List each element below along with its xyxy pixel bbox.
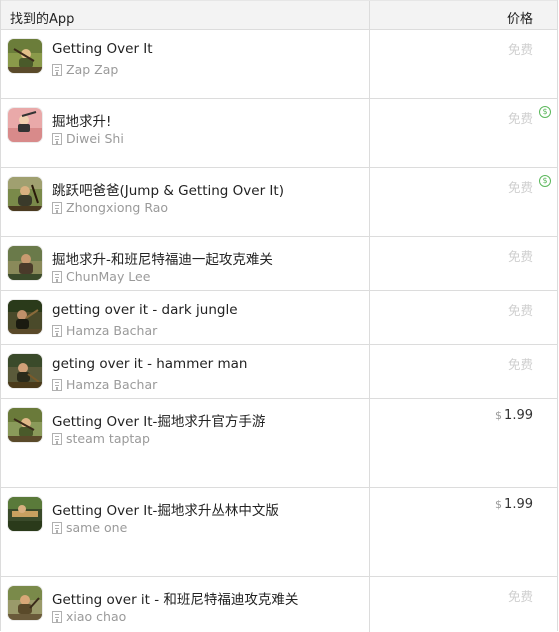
app-icon-jungle-chinese[interactable] bbox=[8, 497, 42, 531]
price-cell: 免费 bbox=[370, 237, 557, 290]
table-row[interactable]: 跳跃吧爸爸(Jump & Getting Over It) Zhongxiong… bbox=[1, 168, 557, 237]
app-name[interactable]: Getting Over It-掘地求升丛林中文版 bbox=[52, 499, 279, 519]
table-row[interactable]: 掘地求升-和班尼特福迪一起攻克难关 ChunMay Lee 免费 bbox=[1, 237, 557, 291]
app-name[interactable]: Getting Over It bbox=[52, 41, 153, 57]
price-cell: 免费 $ bbox=[370, 168, 557, 236]
developer-building-icon bbox=[52, 521, 62, 534]
app-name[interactable]: 跳跃吧爸爸(Jump & Getting Over It) bbox=[52, 179, 284, 199]
developer-name[interactable]: steam taptap bbox=[66, 431, 150, 446]
table-row[interactable]: geting over it - hammer man Hamza Bachar… bbox=[1, 345, 557, 399]
developer-building-icon bbox=[52, 132, 62, 145]
developer-building-icon bbox=[52, 378, 62, 391]
app-name[interactable]: geting over it - hammer man bbox=[52, 356, 248, 372]
price-free: 免费 bbox=[507, 180, 533, 195]
price-cell: $1.99 bbox=[370, 399, 557, 487]
in-app-purchase-dollar-icon: $ bbox=[539, 175, 551, 187]
app-name[interactable]: 掘地求升-和班尼特福迪一起攻克难关 bbox=[52, 248, 273, 268]
developer-info[interactable]: xiao chao bbox=[52, 609, 126, 624]
app-cell[interactable]: Getting Over It-掘地求升丛林中文版 same one bbox=[1, 488, 370, 576]
developer-building-icon bbox=[52, 63, 62, 76]
search-results-table: 找到的App 价格 Getting Over It Zap Zap 免费 掘地求… bbox=[0, 0, 558, 632]
table-row[interactable]: 掘地求升! Diwei Shi 免费 $ bbox=[1, 99, 557, 168]
column-header-app[interactable]: 找到的App bbox=[1, 1, 370, 29]
price-cell: 免费 bbox=[370, 577, 557, 632]
app-cell[interactable]: Getting Over It Zap Zap bbox=[1, 30, 370, 98]
developer-info[interactable]: Hamza Bachar bbox=[52, 377, 157, 392]
price-free: 免费 bbox=[507, 589, 533, 604]
app-cell[interactable]: Getting over it - 和班尼特福迪攻克难关 xiao chao bbox=[1, 577, 370, 632]
app-icon-hammer-man[interactable] bbox=[8, 354, 42, 388]
table-row[interactable]: Getting Over It Zap Zap 免费 bbox=[1, 30, 557, 99]
app-name[interactable]: 掘地求升! bbox=[52, 110, 111, 130]
price-paid: $1.99 bbox=[495, 497, 533, 512]
price-free: 免费 bbox=[507, 42, 533, 57]
app-icon-bennett-foddy[interactable] bbox=[8, 586, 42, 620]
in-app-purchase-dollar-icon: $ bbox=[539, 106, 551, 118]
app-cell[interactable]: Getting Over It-掘地求升官方手游 steam taptap bbox=[1, 399, 370, 487]
app-icon-jue-di-qiu-sheng[interactable] bbox=[8, 108, 42, 142]
price-cell: $1.99 bbox=[370, 488, 557, 576]
table-row[interactable]: Getting Over It-掘地求升官方手游 steam taptap $1… bbox=[1, 399, 557, 488]
developer-info[interactable]: Zhongxiong Rao bbox=[52, 200, 168, 215]
price-free: 免费 bbox=[507, 111, 533, 126]
table-row[interactable]: Getting Over It-掘地求升丛林中文版 same one $1.99 bbox=[1, 488, 557, 577]
developer-info[interactable]: Zap Zap bbox=[52, 62, 118, 77]
developer-info[interactable]: ChunMay Lee bbox=[52, 269, 150, 284]
table-header: 找到的App 价格 bbox=[1, 0, 557, 30]
price-free: 免费 bbox=[507, 249, 533, 264]
developer-name[interactable]: xiao chao bbox=[66, 609, 126, 624]
price-cell: 免费 bbox=[370, 345, 557, 398]
developer-name[interactable]: Diwei Shi bbox=[66, 131, 124, 146]
currency-symbol: $ bbox=[495, 498, 503, 511]
price-cell: 免费 bbox=[370, 30, 557, 98]
price-free: 免费 bbox=[507, 303, 533, 318]
app-cell[interactable]: 掘地求升-和班尼特福迪一起攻克难关 ChunMay Lee bbox=[1, 237, 370, 290]
currency-symbol: $ bbox=[495, 409, 503, 422]
developer-name[interactable]: ChunMay Lee bbox=[66, 269, 150, 284]
developer-building-icon bbox=[52, 610, 62, 623]
developer-name[interactable]: Zhongxiong Rao bbox=[66, 200, 168, 215]
developer-building-icon bbox=[52, 270, 62, 283]
app-name[interactable]: Getting Over It-掘地求升官方手游 bbox=[52, 410, 265, 430]
developer-building-icon bbox=[52, 324, 62, 337]
app-cell[interactable]: getting over it - dark jungle Hamza Bach… bbox=[1, 291, 370, 344]
developer-name[interactable]: same one bbox=[66, 520, 127, 535]
developer-info[interactable]: Diwei Shi bbox=[52, 131, 124, 146]
app-name[interactable]: getting over it - dark jungle bbox=[52, 302, 238, 318]
price-cell: 免费 $ bbox=[370, 99, 557, 167]
price-cell: 免费 bbox=[370, 291, 557, 344]
app-cell[interactable]: 跳跃吧爸爸(Jump & Getting Over It) Zhongxiong… bbox=[1, 168, 370, 236]
app-cell[interactable]: 掘地求升! Diwei Shi bbox=[1, 99, 370, 167]
developer-name[interactable]: Hamza Bachar bbox=[66, 323, 157, 338]
price-value: 1.99 bbox=[504, 408, 533, 423]
developer-info[interactable]: Hamza Bachar bbox=[52, 323, 157, 338]
app-icon-getting-over-it[interactable] bbox=[8, 39, 42, 73]
app-icon-dark-jungle[interactable] bbox=[8, 300, 42, 334]
app-icon-jue-di-qiu-sheng-bennett[interactable] bbox=[8, 246, 42, 280]
price-value: 1.99 bbox=[504, 497, 533, 512]
price-paid: $1.99 bbox=[495, 408, 533, 423]
table-row[interactable]: Getting over it - 和班尼特福迪攻克难关 xiao chao 免… bbox=[1, 577, 557, 632]
price-free: 免费 bbox=[507, 357, 533, 372]
developer-building-icon bbox=[52, 201, 62, 214]
app-icon-official-mobile[interactable] bbox=[8, 408, 42, 442]
app-cell[interactable]: geting over it - hammer man Hamza Bachar bbox=[1, 345, 370, 398]
table-row[interactable]: getting over it - dark jungle Hamza Bach… bbox=[1, 291, 557, 345]
developer-name[interactable]: Hamza Bachar bbox=[66, 377, 157, 392]
column-header-price[interactable]: 价格 bbox=[370, 1, 557, 29]
developer-name[interactable]: Zap Zap bbox=[66, 62, 118, 77]
developer-building-icon bbox=[52, 432, 62, 445]
developer-info[interactable]: steam taptap bbox=[52, 431, 150, 446]
developer-info[interactable]: same one bbox=[52, 520, 127, 535]
app-icon-jump-daddy[interactable] bbox=[8, 177, 42, 211]
app-name[interactable]: Getting over it - 和班尼特福迪攻克难关 bbox=[52, 588, 298, 608]
